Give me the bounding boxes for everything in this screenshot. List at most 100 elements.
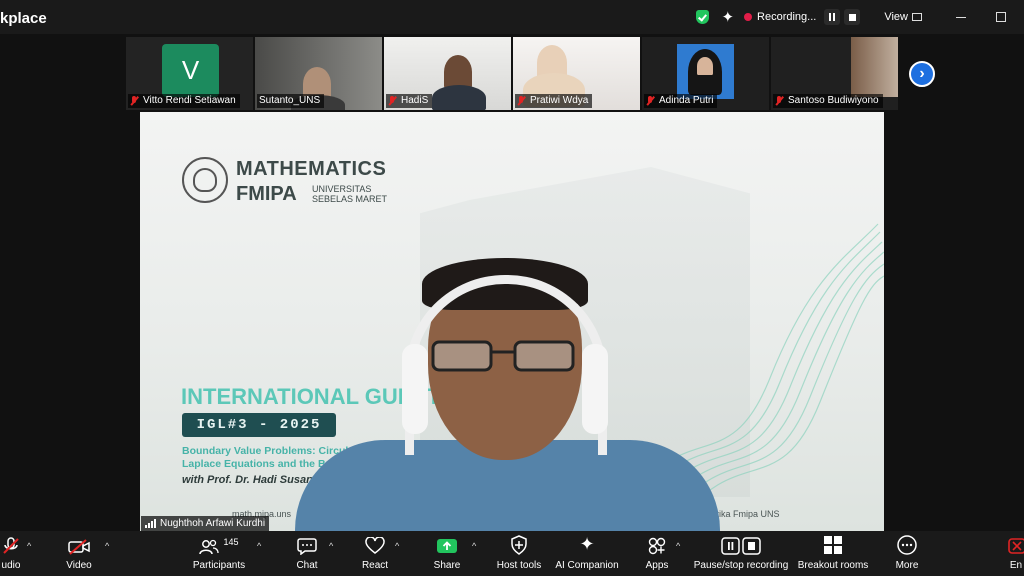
next-page-button[interactable]: › [909, 61, 935, 87]
participants-count: 145 [223, 537, 239, 547]
participant-name: Pratiwi Wdya [530, 95, 589, 106]
end-label: En [1009, 560, 1023, 571]
title-bar-controls: ✦ Recording... View [696, 7, 1024, 27]
host-tools-button[interactable]: Host tools [494, 531, 544, 576]
participants-icon-wrap: 145 [199, 531, 239, 555]
pause-icon [829, 13, 836, 21]
restore-icon[interactable] [996, 12, 1006, 22]
grid-view-icon[interactable] [912, 13, 922, 21]
participant-name-tag: Sutanto_UNS [257, 94, 325, 108]
app-title: kplace [0, 10, 47, 27]
ai-sparkle-icon[interactable]: ✦ [721, 8, 734, 26]
participant-video [444, 55, 472, 89]
apps-button[interactable]: Apps [640, 531, 674, 576]
breakout-label: Breakout rooms [797, 560, 869, 571]
chat-label: Chat [296, 560, 318, 571]
react-options-caret[interactable]: ^ [395, 541, 399, 551]
react-label: React [361, 560, 389, 571]
react-button[interactable]: React [358, 531, 392, 576]
signal-strength-icon [145, 519, 156, 528]
participant-name-tag: HadiS [386, 94, 433, 108]
speaker-headphones [582, 344, 608, 434]
stop-icon [848, 13, 856, 21]
more-dots-icon [897, 531, 917, 555]
recording-label: Recording... [757, 11, 817, 23]
muted-mic-icon [517, 96, 525, 106]
minimize-icon[interactable] [956, 16, 966, 18]
video-off-icon [68, 531, 90, 555]
ai-sparkle-icon: ✦ [579, 534, 595, 554]
slide-brand-title: MATHEMATICS [236, 158, 387, 180]
participant-name-tag: Adinda Putri [644, 94, 718, 108]
participant-tile[interactable]: Santoso Budiwiyono [771, 37, 898, 110]
avatar: V [162, 44, 219, 97]
share-label: Share [433, 560, 461, 571]
main-video: MATHEMATICS FMIPA UNIVERSITAS SEBELAS MA… [140, 112, 884, 531]
view-button[interactable]: View [884, 11, 908, 23]
share-button[interactable]: Share [430, 531, 464, 576]
participant-name: Sutanto_UNS [259, 95, 321, 106]
more-label: More [895, 560, 919, 571]
participant-strip: V Vitto Rendi Setiawan Sutanto_UNS HadiS… [126, 37, 898, 110]
chat-options-caret[interactable]: ^ [329, 541, 333, 551]
slide-presenter: with Prof. Dr. Hadi Susanto [182, 474, 324, 486]
share-options-caret[interactable]: ^ [472, 541, 476, 551]
audio-button[interactable]: udio [0, 531, 22, 576]
speaker-glasses [431, 340, 575, 372]
share-screen-icon [436, 531, 458, 555]
pause-stop-recording-button[interactable]: Pause/stop recording [694, 531, 788, 576]
video-button[interactable]: Video [62, 531, 96, 576]
stop-recording-button[interactable] [844, 9, 861, 25]
pause-recording-button[interactable] [824, 9, 841, 25]
participant-video [851, 37, 898, 97]
apps-options-caret[interactable]: ^ [676, 541, 680, 551]
participants-button[interactable]: 145 Participants [190, 531, 248, 576]
participant-name-tag: Pratiwi Wdya [515, 94, 593, 108]
apps-icon [648, 531, 666, 555]
participant-name-tag: Santoso Budiwiyono [773, 94, 883, 108]
muted-mic-icon [775, 96, 783, 106]
host-tools-label: Host tools [496, 560, 542, 571]
recording-controls-icon [721, 531, 761, 555]
heart-icon [365, 531, 385, 555]
participant-name-tag: Vitto Rendi Setiawan [128, 94, 240, 108]
participant-name: Vitto Rendi Setiawan [143, 95, 236, 106]
participant-tile[interactable]: HadiS [384, 37, 511, 110]
end-call-icon [1008, 531, 1024, 555]
pause-stop-label: Pause/stop recording [693, 560, 789, 571]
encryption-shield-icon[interactable] [696, 10, 710, 24]
apps-label: Apps [645, 560, 669, 571]
ai-companion-button[interactable]: ✦ AI Companion [554, 531, 620, 576]
participants-label: Participants [192, 560, 246, 571]
video-options-caret[interactable]: ^ [105, 541, 109, 551]
chat-button[interactable]: Chat [290, 531, 324, 576]
participant-tile[interactable]: Adinda Putri [642, 37, 769, 110]
participant-tile[interactable]: Pratiwi Wdya [513, 37, 640, 110]
title-bar: kplace ✦ Recording... View [0, 0, 1024, 34]
university-logo [182, 157, 228, 203]
end-button[interactable]: En [1008, 531, 1024, 576]
participant-tile[interactable]: V Vitto Rendi Setiawan [126, 37, 253, 110]
meeting-toolbar: udio ^ Video ^ 145 Participants ^ Chat ^… [0, 531, 1024, 576]
slide-brand-university: UNIVERSITAS SEBELAS MARET [312, 184, 388, 204]
participants-options-caret[interactable]: ^ [257, 541, 261, 551]
breakout-rooms-button[interactable]: Breakout rooms [798, 531, 868, 576]
audio-options-caret[interactable]: ^ [27, 541, 31, 551]
slide-event-badge: IGL#3 - 2025 [182, 413, 336, 437]
ai-companion-label: AI Companion [555, 560, 619, 571]
muted-mic-icon [646, 96, 654, 106]
muted-mic-icon [130, 96, 138, 106]
more-button[interactable]: More [890, 531, 924, 576]
participant-video [432, 85, 486, 110]
video-label: Video [66, 560, 92, 571]
participant-video [697, 57, 713, 75]
participant-name: HadiS [401, 95, 429, 106]
participants-icon [199, 539, 220, 555]
participant-name: Santoso Budiwiyono [788, 95, 879, 106]
active-speaker-name-tag: Nughthoh Arfawi Kurdhi [141, 516, 270, 531]
speaker-headphones [402, 344, 428, 434]
participant-tile[interactable]: Sutanto_UNS [255, 37, 382, 110]
shield-icon [510, 531, 528, 555]
breakout-grid-icon [823, 531, 843, 555]
slide-brand-faculty: FMIPA [236, 183, 297, 205]
